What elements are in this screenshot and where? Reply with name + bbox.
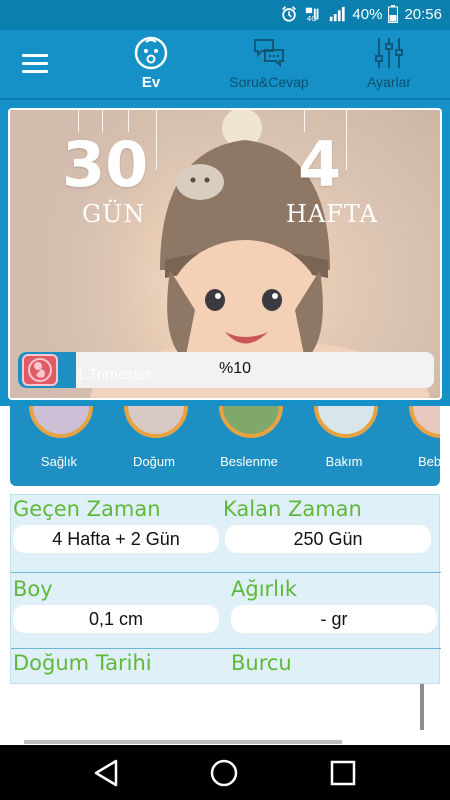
clock: 20:56: [404, 5, 442, 23]
category-label: Doğum: [133, 454, 175, 469]
battery-icon: [388, 5, 399, 23]
category-image: [219, 406, 283, 438]
sliders-icon: [375, 38, 403, 68]
progress-percent: %10: [218, 360, 252, 377]
weight-label: Ağırlık: [231, 577, 297, 601]
back-icon[interactable]: [90, 757, 122, 789]
category-row: Sağlık Doğum Beslenme Bakım Bebek: [10, 406, 440, 486]
home-icon[interactable]: [208, 757, 240, 789]
pregnancy-info-panel: Geçen Zaman Kalan Zaman 4 Hafta + 2 Gün …: [10, 494, 441, 684]
category-saglik[interactable]: Sağlık: [14, 406, 104, 486]
alarm-icon: [282, 6, 297, 22]
category-image: [314, 406, 378, 438]
status-bar: 4G 40% 20:56: [0, 0, 450, 30]
category-label: Bakım: [325, 454, 363, 469]
hamburger-icon[interactable]: [22, 54, 48, 74]
category-image: [409, 406, 440, 438]
hero-section: 30 GÜN 4 HAFTA 1.Trimester %10: [0, 100, 450, 406]
height-value: 0,1 cm: [13, 605, 219, 633]
remaining-label: Kalan Zaman: [223, 497, 362, 521]
trimester-progress-bar: 1.Trimester %10: [18, 352, 434, 388]
days-unit: GÜN: [82, 200, 146, 228]
category-label: Sağlık: [40, 454, 78, 469]
weeks-unit: HAFTA: [286, 200, 378, 228]
signal-icon: [330, 6, 346, 22]
category-image: [124, 406, 188, 438]
zodiac-label: Burcu: [231, 651, 292, 675]
tab-ayarlar-label: Ayarlar: [366, 74, 412, 90]
category-bakim[interactable]: Bakım: [299, 406, 389, 486]
chat-bubbles-icon: [254, 39, 284, 68]
app-screen: 4G 40% 20:56 Ev Soru&Cevap Ayarlar 30 GÜ…: [0, 0, 450, 800]
category-label: Beslenme: [220, 454, 278, 469]
category-bebek[interactable]: Bebek: [394, 406, 440, 486]
birth-date-label: Doğum Tarihi: [13, 651, 152, 675]
android-nav-bar: [0, 745, 450, 800]
hero-image: 30 GÜN 4 HAFTA 1.Trimester %10: [8, 108, 442, 400]
category-dogum[interactable]: Doğum: [109, 406, 199, 486]
days-value: 30: [62, 128, 149, 201]
elapsed-label: Geçen Zaman: [13, 497, 161, 521]
weeks-value: 4: [298, 128, 342, 201]
category-image: [29, 406, 93, 438]
elapsed-value: 4 Hafta + 2 Gün: [13, 525, 219, 553]
weight-value: - gr: [231, 605, 437, 633]
tab-ev-label: Ev: [141, 74, 161, 91]
battery-percent: 40%: [352, 5, 383, 23]
category-beslenme[interactable]: Beslenme: [204, 406, 294, 486]
recents-icon[interactable]: [327, 757, 359, 789]
horizontal-scrollbar[interactable]: [24, 740, 342, 744]
baby-face-icon: [134, 36, 168, 70]
tab-ev[interactable]: Ev: [96, 36, 206, 96]
tab-soru-cevap-label: Soru&Cevap: [229, 74, 309, 90]
category-label: Bebek: [418, 454, 440, 469]
tab-ayarlar[interactable]: Ayarlar: [334, 36, 444, 96]
height-label: Boy: [13, 577, 53, 601]
remaining-value: 250 Gün: [225, 525, 431, 553]
app-header: Ev Soru&Cevap Ayarlar: [0, 30, 450, 100]
vertical-scrollbar[interactable]: [420, 684, 424, 730]
tab-soru-cevap[interactable]: Soru&Cevap: [214, 36, 324, 96]
network-icon: 4G: [306, 7, 319, 23]
